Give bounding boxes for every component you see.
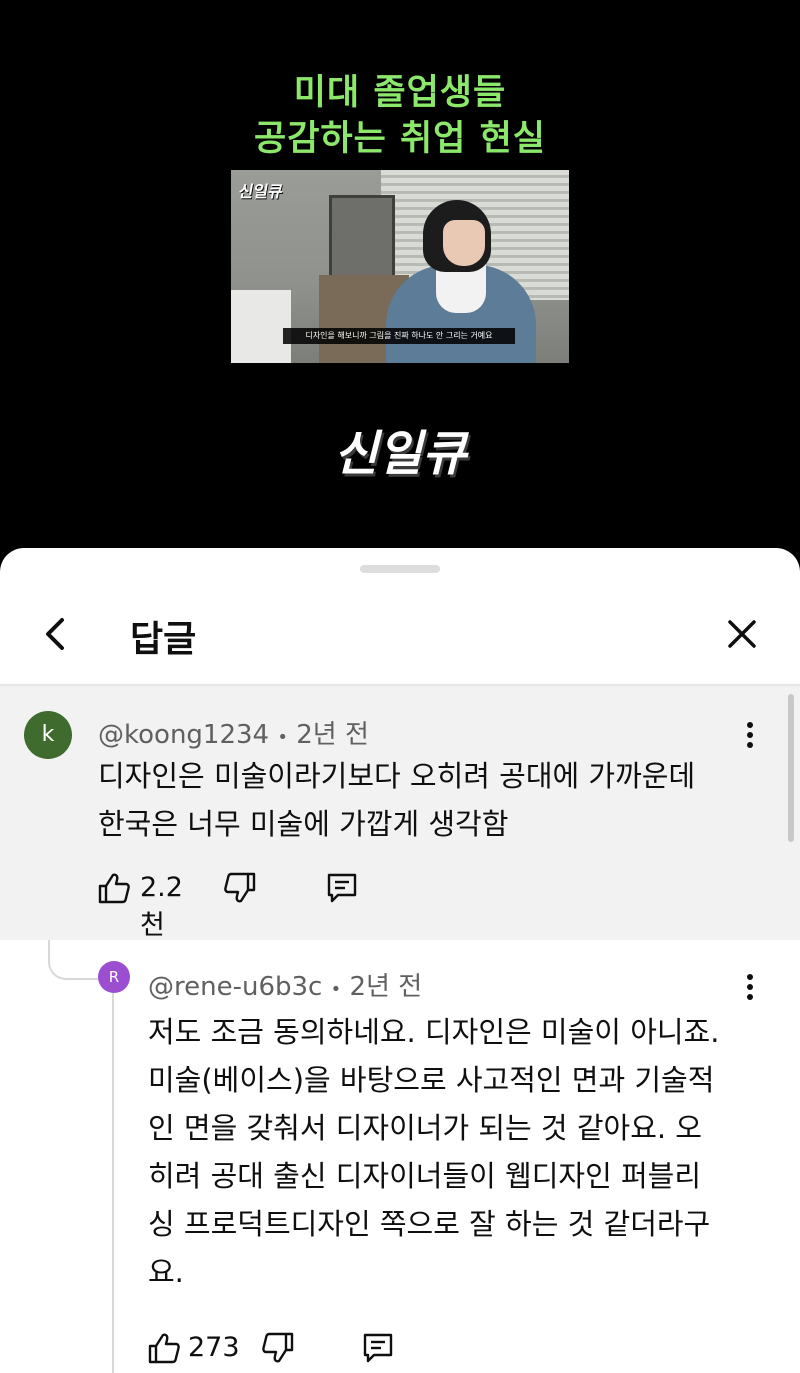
comment-line: 미술(베이스)을 바탕으로 사고적인 면과 기술적 (148, 1063, 715, 1097)
comment-line: 요. (148, 1255, 184, 1289)
thumbnail-logo: 신일큐 (237, 182, 285, 201)
more-options-button[interactable] (738, 716, 762, 756)
comment-line: 싱 프로덕트디자인 쪽으로 잘 하는 것 같더라구 (148, 1207, 711, 1241)
person-face (443, 220, 485, 266)
sheet-drag-handle[interactable] (360, 565, 440, 573)
video-thumbnail: 신일큐 디자인을 해보니까 그림을 진짜 하나도 안 그리는 거예요 (231, 170, 569, 363)
replies-sheet: 답글 k @koong1234 • 2년 전 디자인은 미술이라기보다 오히려 … (0, 548, 800, 1373)
more-vert-icon (747, 974, 753, 1000)
close-icon (728, 620, 756, 648)
more-options-button[interactable] (738, 968, 762, 1008)
video-player[interactable]: 미대 졸업생들 공감하는 취업 현실 신일큐 디자인을 해보니까 그림을 진짜 … (0, 0, 800, 580)
comment-meta: @koong1234 • 2년 전 (98, 714, 369, 751)
desk (231, 290, 291, 363)
sheet-header: 답글 (0, 598, 800, 684)
avatar[interactable]: R (98, 961, 130, 993)
channel-logo: 신일큐 (333, 426, 467, 482)
reply-comment-icon[interactable] (360, 1330, 396, 1366)
wall-painting (329, 195, 395, 281)
comment-line: 히려 공대 출신 디자이너들이 웹디자인 퍼블리 (148, 1159, 702, 1193)
comment-text: 디자인은 미술이라기보다 오히려 공대에 가까운데 한국은 너무 미술에 가깝게… (98, 752, 738, 848)
avatar[interactable]: k (24, 711, 72, 759)
more-vert-icon (747, 722, 753, 748)
chevron-left-icon (46, 618, 64, 650)
comment-line: 인 면을 갖춰서 디자이너가 되는 것 같아요. 오 (148, 1111, 702, 1145)
thread-connector (48, 940, 100, 980)
comment-time: 2년 전 (296, 720, 369, 750)
comment-author[interactable]: @rene-u6b3c (148, 972, 322, 1002)
video-subtitle: 디자인을 해보니까 그림을 진짜 하나도 안 그리는 거예요 (283, 328, 515, 344)
parent-comment: k @koong1234 • 2년 전 디자인은 미술이라기보다 오히려 공대에… (0, 686, 800, 941)
comment-line: 저도 조금 동의하네요. 디자인은 미술이 아니죠. (148, 1015, 720, 1049)
close-button[interactable] (722, 614, 762, 654)
comment-text: 저도 조금 동의하네요. 디자인은 미술이 아니죠. 미술(베이스)을 바탕으로… (148, 1008, 748, 1296)
video-title-line2: 공감하는 취업 현실 (254, 119, 546, 159)
scrollbar[interactable] (788, 694, 794, 842)
reply-comment-icon[interactable] (324, 870, 360, 906)
thumbs-up-icon[interactable] (96, 870, 132, 906)
comment-time: 2년 전 (349, 972, 423, 1002)
meta-separator: • (330, 979, 342, 1000)
like-count: 2.2천 (140, 872, 183, 941)
thread-line (112, 988, 114, 1373)
thumbs-down-icon[interactable] (260, 1330, 296, 1366)
thumbs-up-icon[interactable] (146, 1330, 182, 1366)
comment-line: 디자인은 미술이라기보다 오히려 공대에 가까운데 (98, 759, 696, 793)
like-count: 273 (188, 1332, 240, 1363)
comment-line: 한국은 너무 미술에 가깝게 생각함 (98, 807, 509, 841)
comment-meta: @rene-u6b3c • 2년 전 (148, 966, 422, 1003)
comment-author[interactable]: @koong1234 (98, 720, 269, 750)
back-button[interactable] (36, 614, 76, 654)
thumbs-down-icon[interactable] (222, 870, 258, 906)
meta-separator: • (277, 727, 288, 748)
video-title-line1: 미대 졸업생들 (293, 73, 507, 113)
sheet-title: 답글 (130, 619, 197, 660)
